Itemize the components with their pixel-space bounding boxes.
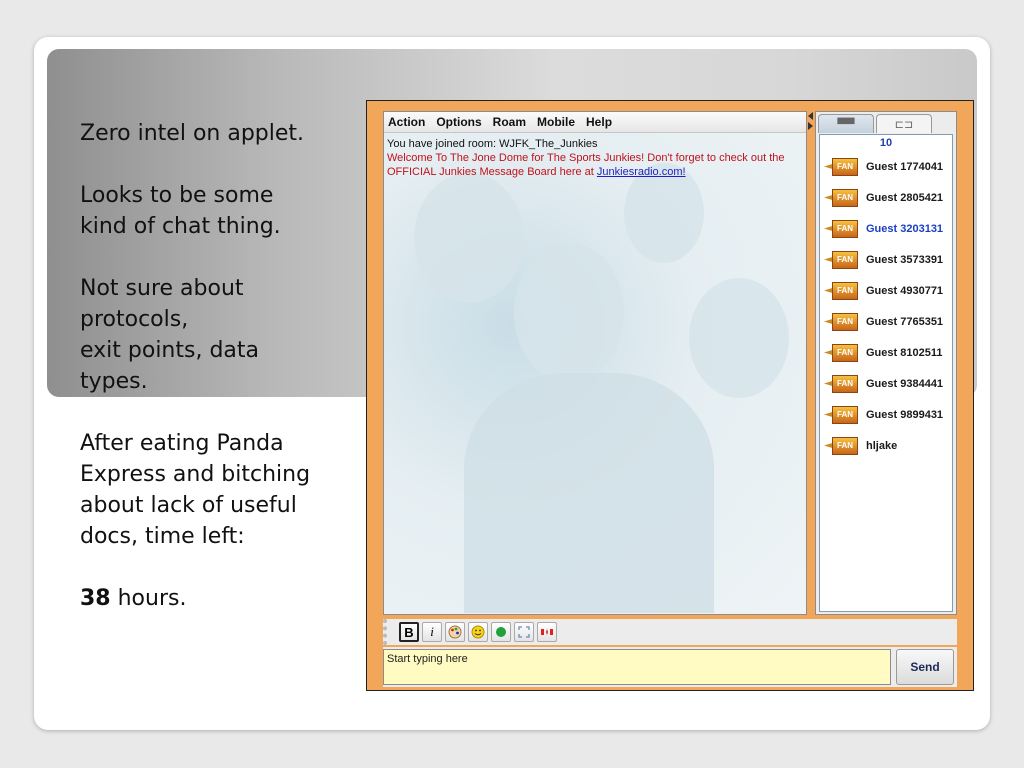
user-list: 10 FAN Guest 1774041 FAN Guest 2805421 FAN Gu… [819, 134, 953, 612]
badge-text: FAN [832, 281, 858, 300]
chat-panel: Action Options Roam Mobile Help You have… [383, 111, 807, 615]
hours-label: hours. [110, 586, 187, 611]
note-line: exit points, data [80, 338, 260, 363]
user-list-item[interactable]: FAN Guest 2805421 [820, 182, 952, 213]
user-list-panel: ▀▀ ⊏⊐ 10 FAN Guest 1774041 FAN Guest 280542… [815, 111, 957, 615]
italic-button[interactable]: i [422, 622, 442, 642]
fan-badge-icon: FAN [824, 374, 860, 394]
menu-options[interactable]: Options [436, 115, 481, 129]
badge-text: FAN [832, 188, 858, 207]
fan-badge-icon: FAN [824, 312, 860, 332]
arrow-left-icon[interactable] [808, 112, 813, 120]
arrow-right-icon[interactable] [808, 122, 813, 130]
user-list-item[interactable]: FAN Guest 9384441 [820, 368, 952, 399]
compose-row: Start typing here Send [383, 647, 957, 687]
fan-badge-icon: FAN [824, 436, 860, 456]
slide-notes: Zero intel on applet. Looks to be some k… [80, 118, 360, 614]
badge-text: FAN [832, 250, 858, 269]
rooms-icon: ⊏⊐ [894, 117, 914, 131]
badge-text: FAN [832, 157, 858, 176]
user-list-item[interactable]: FAN Guest 8102511 [820, 337, 952, 368]
background-photo [414, 173, 524, 303]
user-list-item[interactable]: FAN Guest 7765351 [820, 306, 952, 337]
menu-action[interactable]: Action [388, 115, 425, 129]
user-list-item[interactable]: FAN hljake [820, 430, 952, 461]
fan-badge-icon: FAN [824, 343, 860, 363]
message-area[interactable]: You have joined room: WJFK_The_Junkies W… [384, 133, 806, 614]
status-green-icon[interactable] [491, 622, 511, 642]
badge-text: FAN [832, 343, 858, 362]
note-line: Zero intel on applet. [80, 121, 305, 146]
note-line: docs, time left: [80, 524, 245, 549]
note-line: kind of chat thing. [80, 214, 281, 239]
fan-badge-icon: FAN [824, 405, 860, 425]
note-line: about lack of useful [80, 493, 297, 518]
palette-icon[interactable] [445, 622, 465, 642]
background-photo [514, 243, 624, 383]
hours-left: 38 hours. [80, 583, 360, 614]
user-name: hljake [866, 439, 898, 452]
menu-roam[interactable]: Roam [493, 115, 526, 129]
menu-mobile[interactable]: Mobile [537, 115, 575, 129]
badge-text: FAN [832, 436, 858, 455]
expand-icon[interactable] [514, 622, 534, 642]
user-name: Guest 2805421 [866, 191, 944, 204]
system-message: You have joined room: WJFK_The_Junkies [387, 138, 598, 150]
background-photo [689, 278, 789, 398]
user-name: Guest 8102511 [866, 346, 943, 359]
note-line: Not sure about [80, 276, 244, 301]
users-icon: ▀▀ [837, 117, 855, 131]
note-line: protocols, [80, 307, 189, 332]
user-name: Guest 7765351 [866, 315, 944, 328]
user-list-item[interactable]: FAN Guest 4930771 [820, 275, 952, 306]
chat-applet: Action Options Roam Mobile Help You have… [366, 100, 974, 691]
format-toolbar: B i [383, 619, 957, 645]
panel-splitter[interactable] [807, 111, 815, 133]
flag-icon[interactable] [537, 622, 557, 642]
fan-badge-icon: FAN [824, 188, 860, 208]
hours-value: 38 [80, 586, 111, 611]
fan-badge-icon: FAN [824, 250, 860, 270]
menu-bar: Action Options Roam Mobile Help [384, 112, 806, 133]
note-line: types. [80, 369, 148, 394]
user-list-item[interactable]: FAN Guest 9899431 [820, 399, 952, 430]
fan-badge-icon: FAN [824, 157, 860, 177]
user-name: Guest 4930771 [866, 284, 944, 297]
user-panel-tabs: ▀▀ ⊏⊐ [818, 114, 934, 134]
user-count: 10 [879, 137, 893, 149]
send-button[interactable]: Send [896, 649, 954, 685]
user-name: Guest 3573391 [866, 253, 944, 266]
tab-rooms[interactable]: ⊏⊐ [876, 114, 932, 133]
message-input[interactable]: Start typing here [383, 649, 891, 685]
user-name: Guest 9899431 [866, 408, 944, 421]
welcome-text: Welcome To The Jone Dome for The Sports … [387, 152, 785, 178]
note-line: Express and bitching [80, 462, 311, 487]
note-line: Looks to be some [80, 183, 274, 208]
user-list-item[interactable]: FAN Guest 3573391 [820, 244, 952, 275]
user-name: Guest 1774041 [866, 160, 944, 173]
note-line: After eating Panda [80, 431, 284, 456]
bold-button[interactable]: B [399, 622, 419, 642]
badge-text: FAN [832, 219, 858, 238]
smiley-icon[interactable] [468, 622, 488, 642]
tab-users[interactable]: ▀▀ [818, 114, 874, 133]
welcome-message: Welcome To The Jone Dome for The Sports … [384, 151, 806, 179]
badge-text: FAN [832, 405, 858, 424]
menu-help[interactable]: Help [586, 115, 612, 129]
fan-badge-icon: FAN [824, 219, 860, 239]
badge-text: FAN [832, 312, 858, 331]
fan-badge-icon: FAN [824, 281, 860, 301]
user-name: Guest 9384441 [866, 377, 944, 390]
user-list-item[interactable]: FAN Guest 3203131 [820, 213, 952, 244]
user-list-item[interactable]: FAN Guest 1774041 [820, 151, 952, 182]
user-name: Guest 3203131 [866, 222, 944, 235]
junkiesradio-link[interactable]: Junkiesradio.com! [597, 166, 686, 178]
badge-text: FAN [832, 374, 858, 393]
background-photo [464, 373, 714, 613]
